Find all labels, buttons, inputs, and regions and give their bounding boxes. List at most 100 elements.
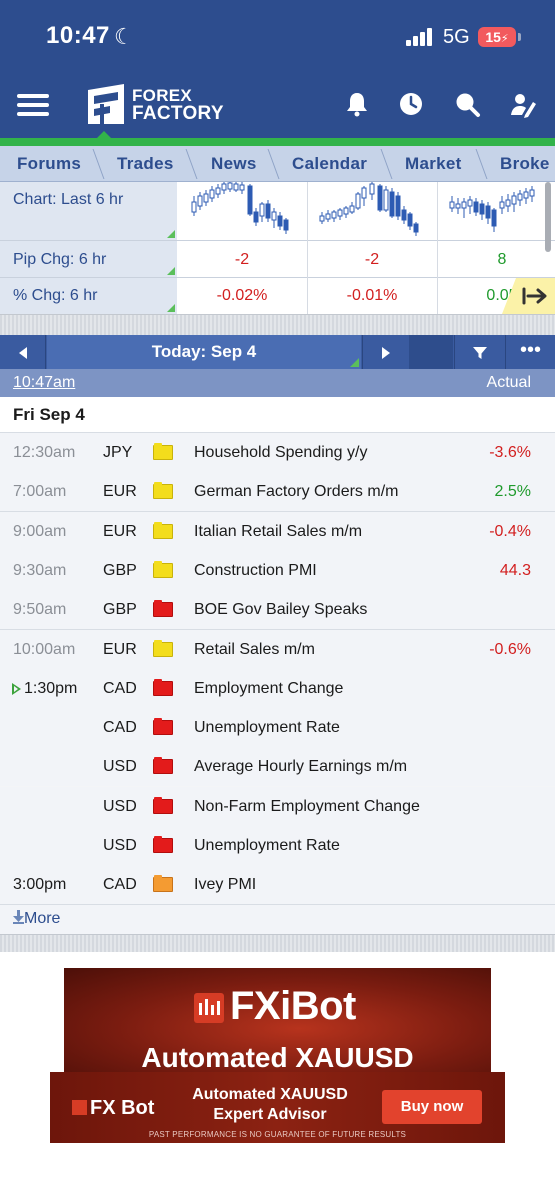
event-name: Construction PMI <box>194 562 317 579</box>
section-divider <box>0 314 555 335</box>
impact-folder-icon[interactable] <box>153 718 173 735</box>
event-currency: EUR <box>103 523 137 540</box>
current-time-link[interactable]: 10:47am <box>13 374 75 392</box>
logo-text: FOREX FACTORY <box>132 87 224 124</box>
sparkline-chart-1[interactable] <box>186 182 298 240</box>
event-row[interactable]: 7:00am EUR German Factory Orders m/m 2.5% <box>0 472 555 511</box>
event-row[interactable]: 3:00pm CAD Ivey PMI <box>0 865 555 904</box>
impact-folder-icon[interactable] <box>153 443 173 460</box>
tab-separator <box>185 149 198 179</box>
impact-folder-icon[interactable] <box>153 522 173 539</box>
impact-folder-icon[interactable] <box>153 482 173 499</box>
main-nav-tabs: Forums Trades News Calendar Market Broke <box>0 146 555 182</box>
app-bar: FOREX FACTORY <box>0 72 555 138</box>
banner-ad-large[interactable]: FXiBot Automated XAUUSD <box>64 968 491 1078</box>
accent-bar <box>0 138 555 146</box>
status-time: 10:47 <box>46 22 110 49</box>
sparkline-chart-2[interactable] <box>316 182 428 240</box>
tab-forums[interactable]: Forums <box>17 146 81 181</box>
pip-change-value: 8 <box>497 251 507 268</box>
event-name: Unemployment Rate <box>194 837 340 854</box>
logo-mark-icon <box>88 84 124 124</box>
ad2-disclaimer: PAST PERFORMANCE IS NO GUARANTEE OF FUTU… <box>148 1130 407 1139</box>
impact-folder-icon[interactable] <box>153 640 173 657</box>
percent-change-label[interactable]: % Chg: 6 hr <box>0 278 177 314</box>
pip-change-label[interactable]: Pip Chg: 6 hr <box>0 241 177 277</box>
impact-folder-icon[interactable] <box>153 875 173 892</box>
forex-factory-logo[interactable]: FOREX FACTORY <box>84 82 224 128</box>
tab-calendar[interactable]: Calendar <box>292 146 367 181</box>
filter-button[interactable] <box>454 335 504 369</box>
logo-line-1: FOREX <box>132 86 193 105</box>
chart-row: Chart: Last 6 hr <box>0 182 555 241</box>
calendar-date-label: Today: Sep 4 <box>151 342 257 361</box>
pip-change-value: -2 <box>364 251 380 268</box>
event-actual: -3.6% <box>489 444 531 461</box>
download-arrow-icon <box>13 910 24 924</box>
more-options-button[interactable]: ••• <box>505 335 555 369</box>
event-name: German Factory Orders m/m <box>194 483 399 500</box>
event-row[interactable]: 9:00am EUR Italian Retail Sales m/m -0.4% <box>0 512 555 551</box>
ellipsis-icon: ••• <box>519 339 541 361</box>
impact-folder-icon[interactable] <box>153 600 173 617</box>
tab-market[interactable]: Market <box>405 146 462 181</box>
event-time: 9:00am <box>13 523 67 540</box>
event-name: Average Hourly Earnings m/m <box>194 758 408 775</box>
search-icon[interactable] <box>453 90 481 118</box>
event-row[interactable]: 1:30pm CAD Employment Change <box>0 669 555 708</box>
ad1-logo-text: FXiBot <box>230 984 356 1028</box>
banner-ad-small[interactable]: FX Bot Automated XAUUSD Expert Advisor B… <box>50 1072 505 1143</box>
event-row[interactable]: 12:30am JPY Household Spending y/y -3.6% <box>0 433 555 472</box>
more-label: More <box>24 910 61 927</box>
event-time: 1:30pm <box>24 680 78 697</box>
impact-folder-icon[interactable] <box>153 679 173 696</box>
more-link[interactable]: More <box>13 910 60 928</box>
event-currency: USD <box>103 798 137 815</box>
sparkline-chart-3[interactable] <box>446 182 546 240</box>
event-name: BOE Gov Bailey Speaks <box>194 601 368 618</box>
next-event-indicator-icon <box>12 683 21 695</box>
impact-folder-icon[interactable] <box>153 836 173 853</box>
event-row[interactable]: 10:00am EUR Retail Sales m/m -0.6% <box>0 630 555 669</box>
buy-now-button[interactable]: Buy now <box>382 1090 482 1124</box>
ad2-logo-text: FX Bot <box>90 1097 155 1119</box>
notifications-bell-icon[interactable] <box>343 90 371 118</box>
chart-row-label[interactable]: Chart: Last 6 hr <box>0 182 177 240</box>
event-row[interactable]: CAD Unemployment Rate <box>0 708 555 747</box>
event-time: 9:30am <box>13 562 67 579</box>
event-row[interactable]: 9:50am GBP BOE Gov Bailey Speaks <box>0 590 555 629</box>
tab-news[interactable]: News <box>211 146 257 181</box>
event-row[interactable]: 9:30am GBP Construction PMI 44.3 <box>0 551 555 590</box>
previous-day-button[interactable] <box>0 335 46 369</box>
more-button[interactable]: More <box>0 904 555 934</box>
tab-separator <box>267 149 280 179</box>
horizontal-scrollbar[interactable] <box>545 182 551 252</box>
event-row[interactable]: USD Non-Farm Employment Change <box>0 787 555 826</box>
event-name: Italian Retail Sales m/m <box>194 523 363 540</box>
event-actual: -0.4% <box>489 523 531 540</box>
actual-column-header: Actual <box>486 374 531 391</box>
menu-icon[interactable] <box>17 94 49 116</box>
clock-icon[interactable] <box>397 90 425 118</box>
percent-change-value: -0.01% <box>346 287 398 304</box>
event-currency: CAD <box>103 680 137 697</box>
event-currency: USD <box>103 837 137 854</box>
day-label: Fri Sep 4 <box>13 405 85 424</box>
event-row[interactable]: USD Unemployment Rate <box>0 826 555 865</box>
next-day-button[interactable] <box>362 335 408 369</box>
tab-brokers[interactable]: Broke <box>500 146 550 181</box>
calendar-header: 10:47am Actual <box>0 369 555 397</box>
event-actual: -0.6% <box>489 641 531 658</box>
battery-tip <box>518 33 521 41</box>
impact-folder-icon[interactable] <box>153 561 173 578</box>
user-edit-icon[interactable] <box>509 90 537 118</box>
event-currency: GBP <box>103 562 137 579</box>
pip-change-value: -2 <box>234 251 250 268</box>
impact-folder-icon[interactable] <box>153 757 173 774</box>
tab-trades[interactable]: Trades <box>117 146 174 181</box>
event-row[interactable]: USD Average Hourly Earnings m/m <box>0 747 555 786</box>
impact-folder-icon[interactable] <box>153 797 173 814</box>
calendar-date-selector[interactable]: Today: Sep 4 <box>47 335 361 369</box>
event-actual: 2.5% <box>494 483 531 500</box>
ad2-title: Automated XAUUSD Expert Advisor <box>192 1086 348 1123</box>
